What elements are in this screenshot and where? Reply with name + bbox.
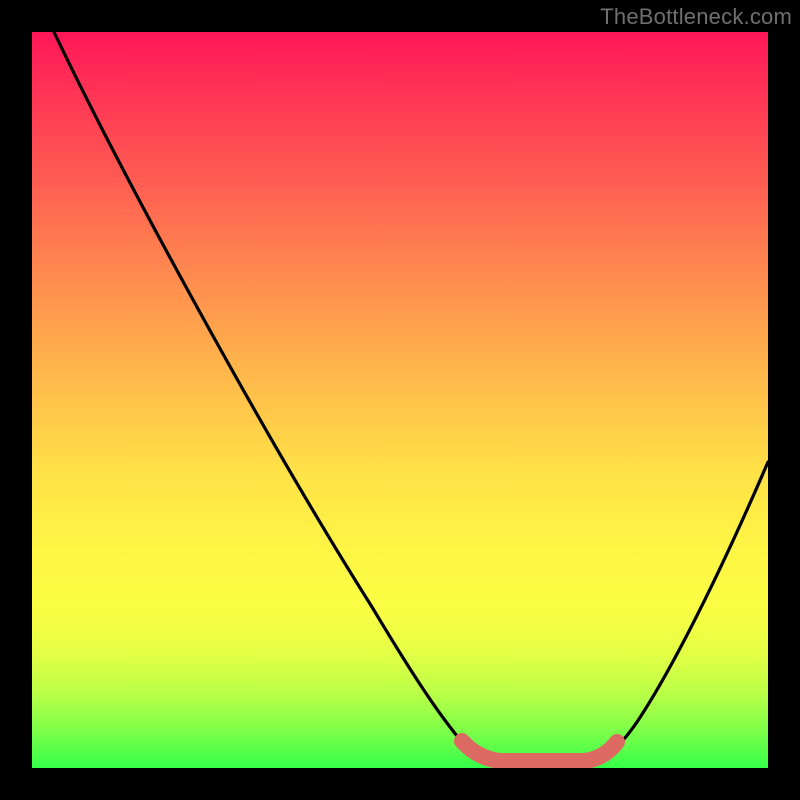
sweet-spot-marker: [462, 741, 617, 761]
chart-frame: TheBottleneck.com: [0, 0, 800, 800]
plot-area: [32, 32, 768, 768]
watermark-text: TheBottleneck.com: [600, 4, 792, 30]
bottleneck-curve: [54, 32, 768, 763]
curve-layer: [32, 32, 768, 768]
